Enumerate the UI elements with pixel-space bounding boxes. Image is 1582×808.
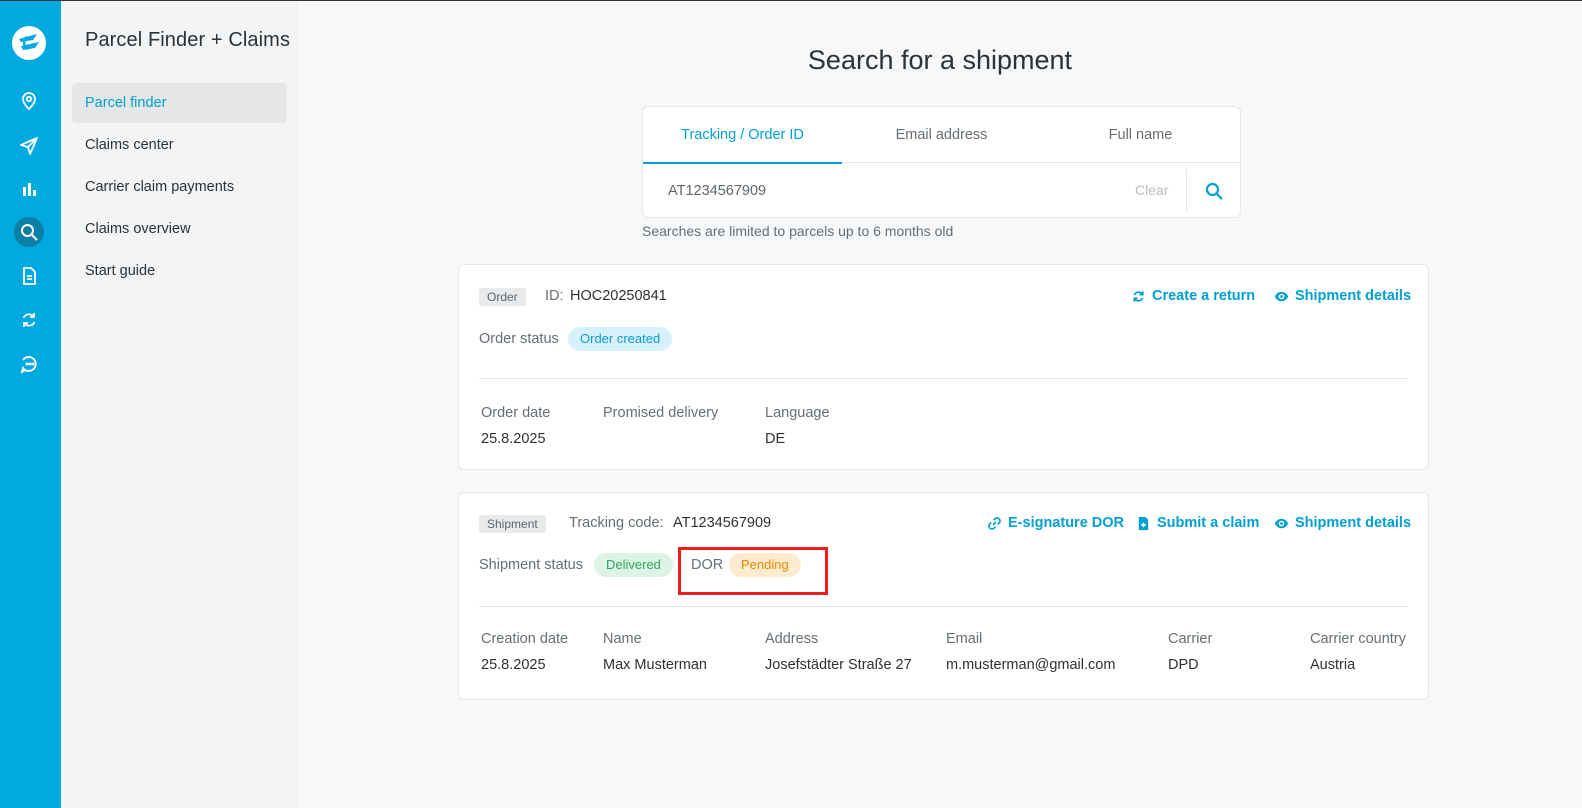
e-signature-dor-link[interactable]: E-signature DOR xyxy=(987,515,1124,531)
sidebar-item-parcel-finder[interactable]: Parcel finder xyxy=(72,83,287,123)
e-signature-dor-label: E-signature DOR xyxy=(1008,515,1125,531)
dor-highlight-box xyxy=(678,547,828,595)
logo-icon[interactable] xyxy=(11,25,47,61)
search-tabs: Tracking / Order ID Email address Full n… xyxy=(643,107,1240,164)
tab-email-address[interactable]: Email address xyxy=(842,107,1041,163)
shipment-card: Shipment Tracking code: AT1234567909 E-s… xyxy=(458,492,1429,700)
search-button[interactable] xyxy=(1187,163,1241,218)
email-value: m.musterman@gmail.com xyxy=(946,657,1116,673)
shipment-status-badge: Delivered xyxy=(594,553,673,577)
order-date-label: Order date xyxy=(481,405,551,421)
tracking-code-label: Tracking code: xyxy=(569,515,664,531)
sidebar-item-carrier-claim-payments[interactable]: Carrier claim payments xyxy=(72,167,287,207)
order-date-value: 25.8.2025 xyxy=(481,431,546,447)
tab-tracking-order-id[interactable]: Tracking / Order ID xyxy=(643,107,842,164)
document-icon[interactable] xyxy=(14,261,44,291)
eye-icon xyxy=(1274,291,1289,301)
order-id-label: ID: xyxy=(545,288,564,304)
search-input[interactable] xyxy=(644,163,1124,218)
chat-history-icon[interactable] xyxy=(14,349,44,379)
tracking-code-value: AT1234567909 xyxy=(673,515,772,531)
sidebar: Parcel Finder + Claims Parcel finder Cla… xyxy=(61,1,298,808)
order-id-value: HOC20250841 xyxy=(570,288,667,304)
name-label: Name xyxy=(603,631,642,647)
page-title: Search for a shipment xyxy=(807,45,1073,75)
sidebar-item-start-guide[interactable]: Start guide xyxy=(72,251,287,291)
tab-full-name[interactable]: Full name xyxy=(1041,107,1240,163)
shipment-status-label: Shipment status xyxy=(479,557,583,573)
submit-claim-label: Submit a claim xyxy=(1157,515,1260,531)
carrier-country-value: Austria xyxy=(1310,657,1356,673)
shipment-details-label: Shipment details xyxy=(1295,515,1412,531)
search-icon[interactable] xyxy=(14,217,44,247)
refresh-icon xyxy=(1133,290,1144,302)
order-tag: Order xyxy=(479,288,526,306)
creation-date-value: 25.8.2025 xyxy=(481,657,546,673)
sidebar-title: Parcel Finder + Claims xyxy=(85,29,291,51)
divider xyxy=(479,606,1408,607)
search-icon xyxy=(1205,182,1223,200)
name-value: Max Musterman xyxy=(603,657,707,673)
file-plus-icon xyxy=(1138,516,1149,530)
divider xyxy=(479,378,1408,379)
promised-delivery-label: Promised delivery xyxy=(603,405,719,421)
language-value: DE xyxy=(765,431,786,447)
create-return-link[interactable]: Create a return xyxy=(1131,288,1255,304)
sidebar-item-claims-center[interactable]: Claims center xyxy=(72,125,287,165)
search-card: Tracking / Order ID Email address Full n… xyxy=(642,106,1241,218)
search-hint: Searches are limited to parcels up to 6 … xyxy=(642,223,954,239)
order-status-label: Order status xyxy=(479,331,559,347)
icon-rail xyxy=(0,1,61,808)
language-label: Language xyxy=(765,405,830,421)
location-pin-icon[interactable] xyxy=(14,86,44,116)
clear-button[interactable]: Clear xyxy=(1135,163,1168,218)
eye-icon xyxy=(1274,518,1289,528)
order-card: Order ID: HOC20250841 Create a return Sh… xyxy=(458,264,1429,470)
carrier-value: DPD xyxy=(1168,657,1199,673)
refresh-icon[interactable] xyxy=(14,305,44,335)
carrier-country-label: Carrier country xyxy=(1310,631,1406,647)
paper-plane-icon[interactable] xyxy=(14,131,44,161)
link-icon xyxy=(988,516,1001,530)
order-shipment-details-link[interactable]: Shipment details xyxy=(1274,288,1411,304)
carrier-label: Carrier xyxy=(1168,631,1213,647)
shipment-details-link[interactable]: Shipment details xyxy=(1274,515,1411,531)
address-value: Josefstädter Straße 27 xyxy=(765,657,912,673)
create-return-label: Create a return xyxy=(1152,288,1256,304)
creation-date-label: Creation date xyxy=(481,631,569,647)
address-label: Address xyxy=(765,631,819,647)
bar-chart-icon[interactable] xyxy=(14,174,44,204)
sidebar-item-claims-overview[interactable]: Claims overview xyxy=(72,209,287,249)
order-status-badge: Order created xyxy=(568,327,673,351)
order-shipment-details-label: Shipment details xyxy=(1295,288,1412,304)
shipment-tag: Shipment xyxy=(479,515,546,533)
email-label: Email xyxy=(946,631,983,647)
submit-claim-link[interactable]: Submit a claim xyxy=(1136,515,1259,531)
